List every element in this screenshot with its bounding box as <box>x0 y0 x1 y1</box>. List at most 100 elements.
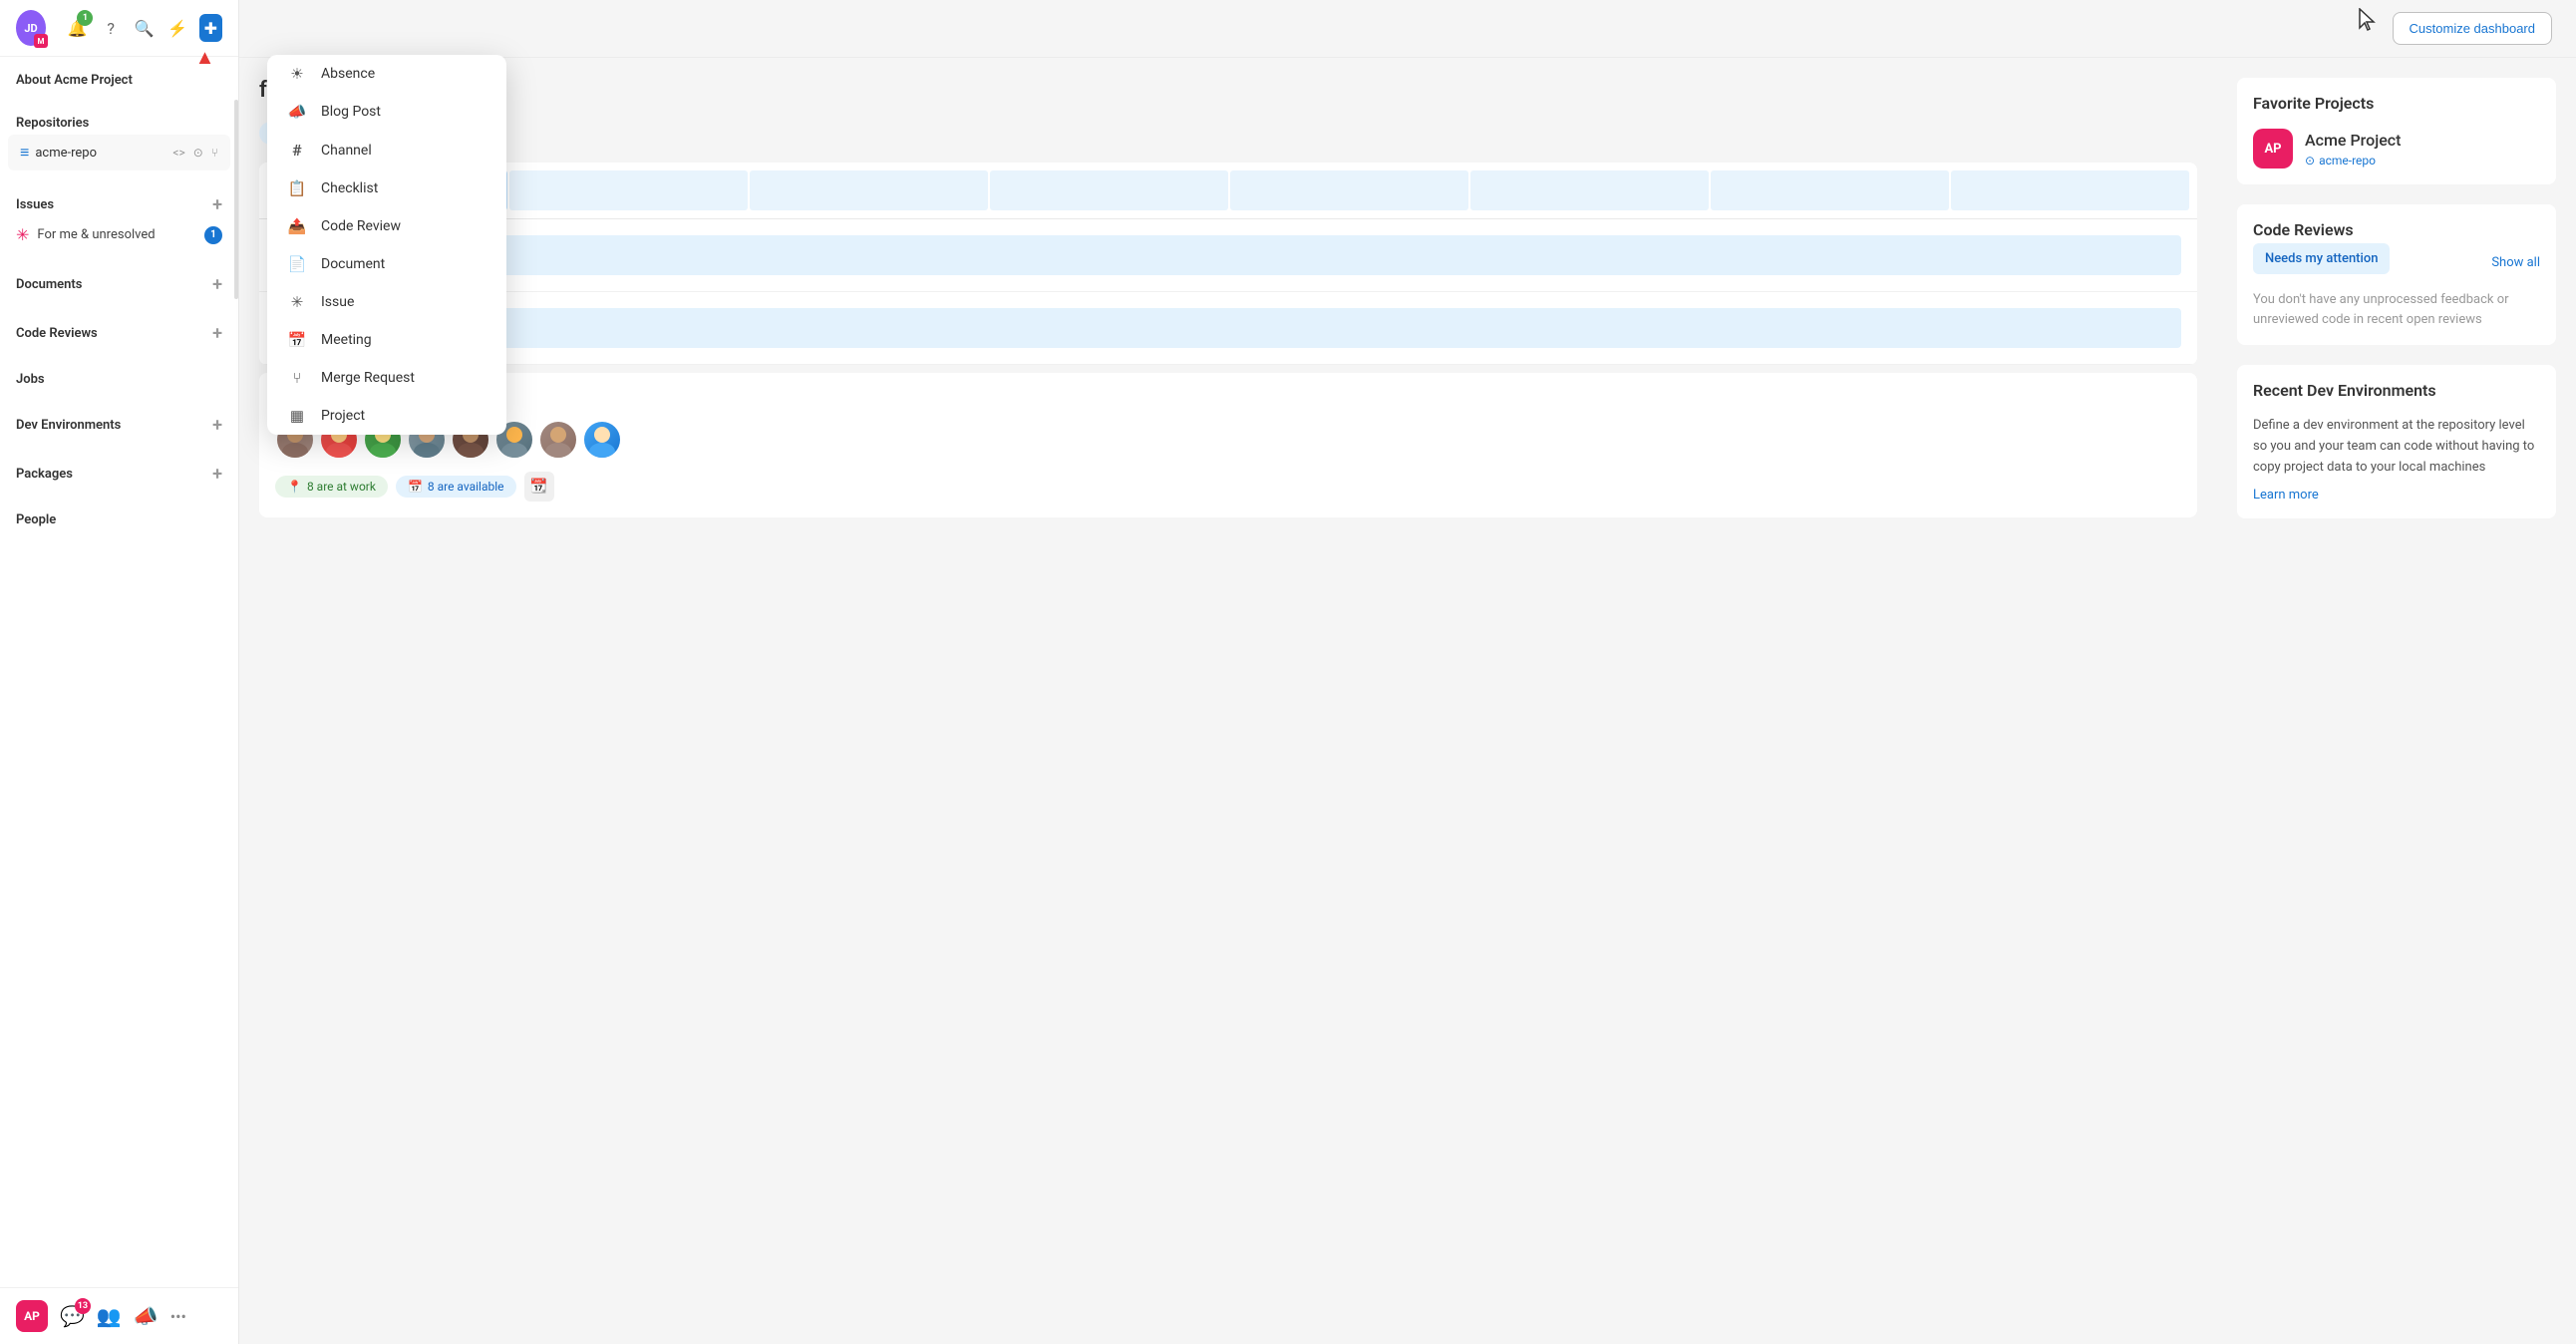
team-avatar-8[interactable] <box>582 420 622 460</box>
help-icon[interactable]: ? <box>99 14 122 42</box>
merge-request-icon: ⑂ <box>287 369 307 387</box>
dropdown-item-merge-request[interactable]: ⑂ Merge Request <box>267 359 506 397</box>
packages-section-title[interactable]: Packages + <box>0 456 238 489</box>
create-dropdown-menu: ☀ Absence 📣 Blog Post # Channel 📋 Checkl… <box>267 55 506 435</box>
red-arrow-up: ▲ <box>195 45 215 70</box>
footer-more-button[interactable]: ••• <box>170 1307 186 1326</box>
documents-add-button[interactable]: + <box>212 274 222 295</box>
sidebar-footer: AP 💬 13 👥 📣 ••• <box>0 1287 238 1344</box>
favorite-projects-section: Favorite Projects AP Acme Project ⊙ acme… <box>2237 78 2556 184</box>
dropdown-item-code-review[interactable]: 📤 Code Review <box>267 207 506 245</box>
date-navigation: 16 Nov, Wed < > <box>259 119 2197 147</box>
repositories-section-title[interactable]: Repositories <box>0 108 238 135</box>
sidebar-section-repos: Repositories ≡ acme-repo <> ⊙ ⑂ <box>0 100 238 178</box>
jobs-section-title[interactable]: Jobs <box>0 364 238 391</box>
customize-dashboard-button[interactable]: Customize dashboard <box>2393 12 2552 45</box>
sidebar-scrollbar[interactable] <box>234 100 238 299</box>
at-work-status[interactable]: 📍 8 are at work <box>275 476 388 498</box>
avatar[interactable]: JD M <box>16 10 46 46</box>
sidebar-section-code-reviews: Code Reviews + <box>0 307 238 356</box>
team-header: Cool Devs 8 <box>275 389 2181 408</box>
main-header: Customize dashboard <box>239 0 2576 58</box>
time-block-2: 11:00–11:30 ended <box>259 292 2197 365</box>
footer-megaphone-button[interactable]: 📣 <box>134 1304 159 1328</box>
cal-col-1 <box>509 170 748 210</box>
dropdown-item-checklist[interactable]: 📋 Checklist <box>267 169 506 207</box>
team-avatar-7[interactable] <box>538 420 578 460</box>
cal-col-7 <box>1951 170 2189 210</box>
code-reviews-header: Code Reviews <box>2253 220 2540 239</box>
dropdown-item-blog-post[interactable]: 📣 Blog Post <box>267 93 506 131</box>
team-calendar-button[interactable]: 📆 <box>524 472 554 502</box>
project-row: AP Acme Project ⊙ acme-repo <box>2253 129 2540 168</box>
footer-team-button[interactable]: 👥 <box>97 1304 122 1328</box>
code-reviews-section-title[interactable]: Code Reviews + <box>0 315 238 348</box>
issues-section-title[interactable]: Issues + <box>0 186 238 219</box>
sidebar-section-people: People <box>0 497 238 539</box>
branch-icon[interactable]: ⊙ <box>193 146 203 160</box>
favorite-projects-title: Favorite Projects <box>2253 94 2540 113</box>
show-all-link[interactable]: Show all <box>2491 255 2540 270</box>
cal-col-6 <box>1711 170 1949 210</box>
issue-item[interactable]: ✳ For me & unresolved 1 <box>0 219 238 250</box>
code-reviews-subheader: Needs my attention Show all <box>2253 243 2540 282</box>
needs-attention-badge[interactable]: Needs my attention <box>2253 243 2390 274</box>
code-icon[interactable]: <> <box>172 146 184 160</box>
documents-section-title[interactable]: Documents + <box>0 266 238 299</box>
project-repo-link[interactable]: ⊙ acme-repo <box>2305 154 2401 168</box>
learn-more-link[interactable]: Learn more <box>2253 488 2540 503</box>
cal-col-5 <box>1470 170 1709 210</box>
sidebar-top-bar: JD M 🔔 1 ? 🔍 ⚡ ✚ ▲ <box>0 0 238 57</box>
mini-calendar-icon: 📆 <box>530 479 547 495</box>
people-section-title[interactable]: People <box>0 504 238 531</box>
notification-icon[interactable]: 🔔 1 <box>66 14 89 42</box>
blog-post-icon: 📣 <box>287 103 307 121</box>
no-reviews-text: You don't have any unprocessed feedback … <box>2253 290 2540 329</box>
time-event-2[interactable] <box>371 308 2181 348</box>
team-section: Cool Devs 8 <box>259 373 2197 517</box>
fork-icon[interactable]: ⑂ <box>211 146 218 160</box>
sidebar-section-jobs: Jobs <box>0 356 238 399</box>
issue-star-icon: ✳ <box>16 225 29 244</box>
dev-environments-section: Recent Dev Environments Define a dev env… <box>2237 365 2556 518</box>
team-status-row: 📍 8 are at work 📅 8 are available 📆 <box>275 472 2181 502</box>
lightning-icon[interactable]: ⚡ <box>165 14 188 42</box>
right-panel: Favorite Projects AP Acme Project ⊙ acme… <box>2217 58 2576 1344</box>
available-status[interactable]: 📅 8 are available <box>396 476 516 498</box>
footer-project-button[interactable]: AP <box>16 1300 48 1332</box>
project-logo[interactable]: AP <box>2253 129 2293 168</box>
cal-col-2 <box>750 170 988 210</box>
repo-name: ≡ acme-repo <box>20 143 97 163</box>
issue-count-badge: 1 <box>204 226 222 244</box>
dev-env-description: Define a dev environment at the reposito… <box>2253 416 2540 478</box>
repo-item[interactable]: ≡ acme-repo <> ⊙ ⑂ <box>8 135 230 170</box>
dropdown-item-project[interactable]: ▦ Project ← <box>267 397 506 435</box>
dev-environments-section-title[interactable]: Dev Environments + <box>0 407 238 440</box>
dropdown-item-issue[interactable]: ✳ Issue <box>267 283 506 321</box>
search-icon[interactable]: 🔍 <box>133 14 156 42</box>
code-reviews-title: Code Reviews <box>2253 220 2354 239</box>
code-reviews-add-button[interactable]: + <box>212 323 222 344</box>
footer-chat-button[interactable]: 💬 13 <box>60 1304 85 1328</box>
sidebar-section-issues: Issues + ✳ For me & unresolved 1 <box>0 178 238 258</box>
code-review-icon: 📤 <box>287 217 307 235</box>
footer-avatar: AP <box>16 1300 48 1332</box>
channel-icon: # <box>287 141 307 160</box>
cal-col-4 <box>1230 170 1468 210</box>
dev-env-add-button[interactable]: + <box>212 415 222 436</box>
dropdown-item-document[interactable]: 📄 Document <box>267 245 506 283</box>
dropdown-item-channel[interactable]: # Channel <box>267 131 506 169</box>
project-info: Acme Project ⊙ acme-repo <box>2305 131 2401 168</box>
sidebar-section-dev-environments: Dev Environments + <box>0 399 238 448</box>
time-event-1[interactable] <box>371 235 2181 275</box>
sidebar: JD M 🔔 1 ? 🔍 ⚡ ✚ ▲ About Acme Project Re… <box>0 0 239 1344</box>
issues-add-button[interactable]: + <box>212 194 222 215</box>
create-button[interactable]: ✚ ▲ <box>199 14 222 42</box>
dropdown-item-absence[interactable]: ☀ Absence <box>267 55 506 93</box>
team-avatars <box>275 420 2181 460</box>
notification-count-badge: 1 <box>77 10 93 26</box>
calendar-columns <box>259 163 2197 219</box>
packages-add-button[interactable]: + <box>212 464 222 485</box>
checklist-icon: 📋 <box>287 179 307 197</box>
dropdown-item-meeting[interactable]: 📅 Meeting <box>267 321 506 359</box>
